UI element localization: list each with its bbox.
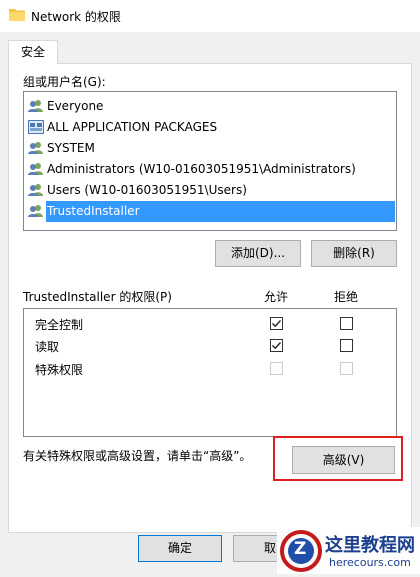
list-item-label: TrustedInstaller [46,201,395,222]
perm-row-read: 读取 [24,335,396,357]
allow-checkbox[interactable] [270,339,283,352]
deny-checkbox[interactable] [340,317,353,330]
list-item-label: Users (W10-01603051951\Users) [47,183,247,197]
tab-security-label: 安全 [20,45,45,59]
groups-list[interactable]: Everyone ALL APPLICATION PACKAGES SYSTEM… [23,91,397,231]
list-item-label: ALL APPLICATION PACKAGES [47,120,218,134]
list-item-system[interactable]: SYSTEM [28,138,394,159]
add-button[interactable]: 添加(D)... [215,240,301,267]
perm-row-special: 特殊权限 [24,358,396,380]
watermark: Z 这里教程网 herecours.com [277,527,420,574]
advanced-hint: 有关特殊权限或高级设置，请单击“高级”。 [23,449,252,463]
remove-button[interactable]: 删除(R) [311,240,397,267]
permissions-table: 完全控制 读取 特殊权限 [23,308,397,437]
perm-name: 特殊权限 [35,363,84,377]
watermark-text: 这里教程网 [325,535,415,556]
deny-checkbox [340,362,353,375]
users-icon [28,100,43,112]
list-item-users[interactable]: Users (W10-01603051951\Users) [28,180,394,201]
allow-header: 允许 [264,290,289,304]
deny-header: 拒绝 [334,290,359,304]
perm-name: 读取 [35,340,60,354]
permissions-header: TrustedInstaller 的权限(P) [23,290,172,304]
list-item-label: Everyone [47,99,104,113]
allow-checkbox [270,362,283,375]
list-item-administrators[interactable]: Administrators (W10-01603051951\Administ… [28,159,394,180]
list-item-label: SYSTEM [47,141,95,155]
list-item-all-application-packages[interactable]: ALL APPLICATION PACKAGES [28,117,394,138]
groups-label: 组或用户名(G): [23,75,106,89]
title-bar: Network 的权限 [0,0,420,32]
perm-row-full-control: 完全控制 [24,313,396,335]
list-item-trustedinstaller[interactable]: TrustedInstaller [28,201,395,222]
watermark-letter: Z [294,539,307,559]
allow-checkbox[interactable] [270,317,283,330]
list-item-label: Administrators (W10-01603051951\Administ… [47,162,356,176]
highlight-box [273,436,403,481]
watermark-url: herecours.com [329,556,411,569]
window-title: Network 的权限 [31,10,121,24]
ok-button[interactable]: 确定 [138,535,222,562]
users-icon [28,142,43,154]
list-item-everyone[interactable]: Everyone [28,96,394,117]
perm-name: 完全控制 [35,318,84,332]
users-icon [28,205,43,217]
deny-checkbox[interactable] [340,339,353,352]
folder-icon [9,9,25,21]
users-icon [28,184,43,196]
app-packages-icon [28,120,44,134]
users-icon [28,163,43,175]
tab-security[interactable]: 安全 [8,40,58,64]
